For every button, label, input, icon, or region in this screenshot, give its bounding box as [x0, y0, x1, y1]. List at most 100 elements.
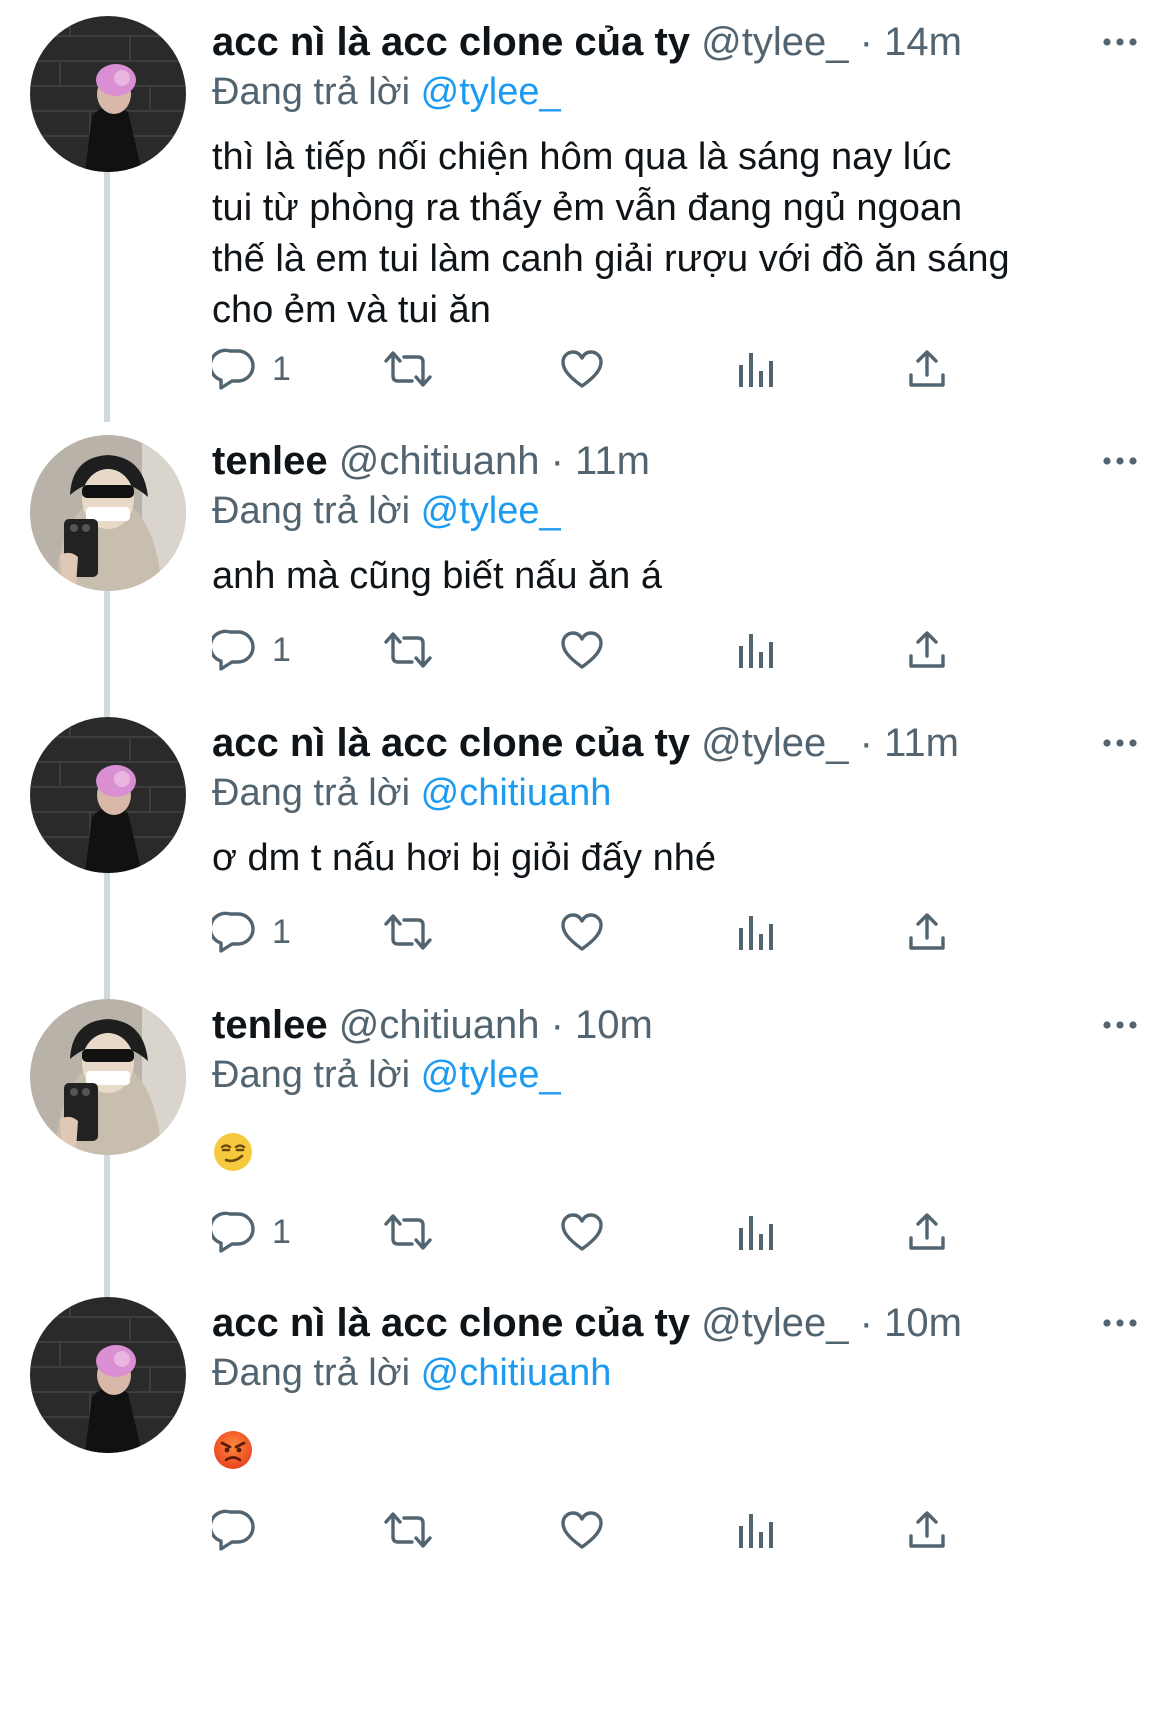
display-name[interactable]: acc nì là acc clone của ty [212, 20, 690, 64]
replying-to: Đang trả lời @tylee_ [212, 1051, 1140, 1099]
avatar[interactable] [30, 435, 186, 591]
user-handle[interactable]: @chitiuanh [339, 1003, 540, 1047]
more-icon[interactable] [1100, 437, 1140, 485]
tweet-text-line: cho ẻm và tui ăn [212, 289, 491, 331]
share-button[interactable] [906, 907, 948, 957]
tweet-header: acc nì là acc clone của ty @tylee_ · 14m [212, 18, 1140, 66]
like-icon [561, 1511, 603, 1549]
share-icon [909, 631, 945, 668]
mention-link[interactable]: @tylee_ [421, 490, 561, 532]
retweet-button[interactable] [382, 1207, 434, 1257]
views-icon [739, 1514, 773, 1548]
angry-face-emoji [214, 1431, 252, 1469]
replying-to: Đang trả lời @tylee_ [212, 487, 1140, 535]
replying-to-label: Đang trả lời [212, 71, 411, 113]
retweet-icon [384, 1214, 432, 1250]
like-button[interactable] [560, 625, 604, 675]
mention-link[interactable]: @chitiuanh [421, 1352, 612, 1394]
separator: · [859, 1301, 873, 1345]
more-icon[interactable] [1100, 1299, 1140, 1347]
user-handle[interactable]: @tylee_ [701, 721, 848, 765]
timestamp[interactable]: 11m [575, 439, 650, 483]
replying-to-label: Đang trả lời [212, 772, 411, 814]
reply-button[interactable]: 1 [212, 344, 291, 394]
share-icon [909, 1213, 945, 1250]
smirking-face-emoji [214, 1133, 252, 1171]
thread-connector [104, 873, 110, 999]
retweet-icon [384, 1512, 432, 1548]
timestamp[interactable]: 14m [884, 20, 962, 64]
mention-link[interactable]: @chitiuanh [421, 772, 612, 814]
user-handle[interactable]: @chitiuanh [339, 439, 540, 483]
tweet-text-line: ơ dm t nấu hơi bị giỏi đấy nhé [212, 837, 717, 879]
user-handle[interactable]: @tylee_ [701, 20, 848, 64]
avatar[interactable] [30, 717, 186, 873]
tweet-text: ơ dm t nấu hơi bị giỏi đấy nhé [212, 833, 1140, 884]
action-bar [212, 1505, 1042, 1555]
separator: · [859, 20, 873, 64]
tweet-header: acc nì là acc clone của ty @tylee_ · 11m [212, 719, 1140, 767]
action-bar: 1 [212, 625, 1042, 675]
retweet-button[interactable] [382, 907, 434, 957]
action-bar: 1 [212, 1207, 1042, 1257]
like-button[interactable] [560, 1207, 604, 1257]
tweet-header: acc nì là acc clone của ty @tylee_ · 10m [212, 1299, 1140, 1347]
reply-thread: acc nì là acc clone của ty @tylee_ · 14m… [0, 0, 1170, 1736]
mention-link[interactable]: @tylee_ [421, 71, 561, 113]
avatar[interactable] [30, 1297, 186, 1453]
like-button[interactable] [560, 1505, 604, 1555]
retweet-button[interactable] [382, 1505, 434, 1555]
action-bar: 1 [212, 344, 1042, 394]
more-icon[interactable] [1100, 1001, 1140, 1049]
views-button[interactable] [736, 907, 776, 957]
display-name[interactable]: tenlee [212, 1003, 328, 1047]
replying-to-label: Đang trả lời [212, 1054, 411, 1096]
views-button[interactable] [736, 1207, 776, 1257]
mention-link[interactable]: @tylee_ [421, 1054, 561, 1096]
replying-to-label: Đang trả lời [212, 490, 411, 532]
replying-to: Đang trả lời @chitiuanh [212, 1349, 1140, 1397]
retweet-icon [384, 914, 432, 950]
user-handle[interactable]: @tylee_ [701, 1301, 848, 1345]
tweet-text-line: tui từ phòng ra thấy ẻm vẫn đang ngủ ngo… [212, 187, 963, 229]
reply-button[interactable]: 1 [212, 1207, 291, 1257]
tweet-text [212, 1131, 1140, 1173]
thread-connector [104, 591, 110, 717]
like-button[interactable] [560, 907, 604, 957]
share-icon [909, 1511, 945, 1548]
reply-button[interactable]: 1 [212, 907, 291, 957]
reply-icon [212, 629, 255, 671]
timestamp[interactable]: 11m [884, 721, 959, 765]
display-name[interactable]: acc nì là acc clone của ty [212, 1301, 690, 1345]
like-button[interactable] [560, 344, 604, 394]
replying-to: Đang trả lời @chitiuanh [212, 769, 1140, 817]
views-icon [739, 634, 773, 668]
views-button[interactable] [736, 625, 776, 675]
like-icon [561, 913, 603, 951]
tweet-text-line: anh mà cũng biết nấu ăn á [212, 555, 663, 597]
share-button[interactable] [906, 1207, 948, 1257]
share-button[interactable] [906, 1505, 948, 1555]
timestamp[interactable]: 10m [575, 1003, 653, 1047]
views-button[interactable] [736, 1505, 776, 1555]
more-icon[interactable] [1100, 18, 1140, 66]
separator: · [550, 439, 564, 483]
action-bar: 1 [212, 907, 1042, 957]
share-icon [909, 913, 945, 950]
retweet-button[interactable] [382, 625, 434, 675]
reply-icon [212, 348, 255, 390]
views-button[interactable] [736, 344, 776, 394]
retweet-button[interactable] [382, 344, 434, 394]
reply-button[interactable] [212, 1505, 272, 1555]
avatar[interactable] [30, 999, 186, 1155]
avatar[interactable] [30, 16, 186, 172]
display-name[interactable]: tenlee [212, 439, 328, 483]
reply-button[interactable]: 1 [212, 625, 291, 675]
display-name[interactable]: acc nì là acc clone của ty [212, 721, 690, 765]
share-button[interactable] [906, 344, 948, 394]
tweet-text [212, 1429, 1140, 1471]
share-button[interactable] [906, 625, 948, 675]
timestamp[interactable]: 10m [884, 1301, 962, 1345]
more-icon[interactable] [1100, 719, 1140, 767]
reply-count: 1 [272, 349, 291, 388]
